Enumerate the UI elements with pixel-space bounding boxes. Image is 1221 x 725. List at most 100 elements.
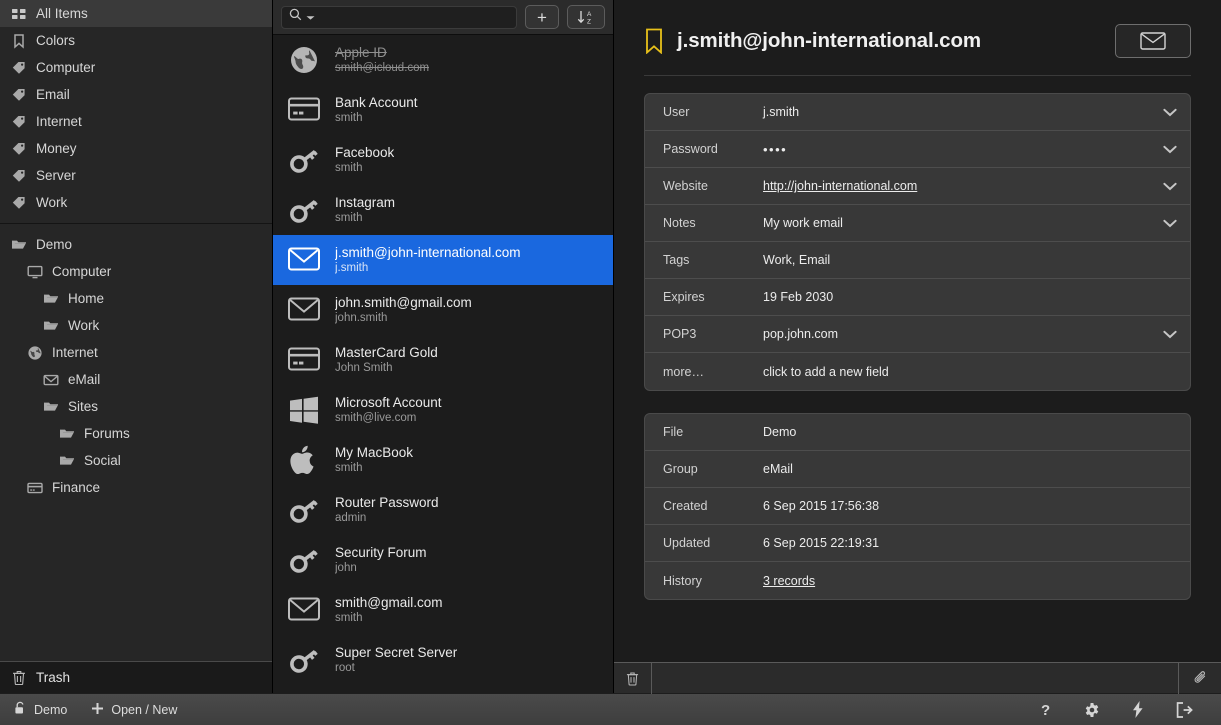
sidebar-item-label: Home bbox=[68, 291, 105, 306]
bookmark-icon[interactable] bbox=[644, 28, 664, 54]
sidebar-item-money[interactable]: Money bbox=[0, 135, 272, 162]
list-item[interactable]: Apple ID smith@icloud.com bbox=[273, 35, 613, 85]
monitor-icon bbox=[26, 264, 44, 280]
plus-icon bbox=[91, 702, 104, 718]
attachment-button[interactable] bbox=[1179, 663, 1221, 694]
field-row[interactable]: more… click to add a new field bbox=[645, 353, 1190, 390]
field-row[interactable]: Notes My work email bbox=[645, 205, 1190, 242]
sidebar-item-label: All Items bbox=[36, 6, 88, 21]
apple-icon bbox=[287, 443, 321, 477]
delete-entry-button[interactable] bbox=[614, 662, 652, 694]
sidebar-item-finance[interactable]: Finance bbox=[0, 474, 272, 501]
field-row[interactable]: Created 6 Sep 2015 17:56:38 bbox=[645, 488, 1190, 525]
field-value[interactable]: •••• bbox=[763, 142, 1150, 157]
field-value[interactable]: click to add a new field bbox=[763, 365, 1150, 379]
field-row[interactable]: Updated 6 Sep 2015 22:19:31 bbox=[645, 525, 1190, 562]
sidebar-item-computer[interactable]: Computer bbox=[0, 54, 272, 81]
sidebar-item-home[interactable]: Home bbox=[0, 285, 272, 312]
chevron-down-icon[interactable] bbox=[1150, 108, 1190, 117]
sidebar-item-label: eMail bbox=[68, 372, 101, 387]
unlock-icon bbox=[14, 701, 27, 718]
tag-icon bbox=[10, 141, 28, 157]
search-input[interactable] bbox=[319, 10, 509, 24]
field-row[interactable]: Password •••• bbox=[645, 131, 1190, 168]
field-label: Updated bbox=[663, 536, 711, 550]
field-value[interactable]: pop.john.com bbox=[763, 327, 1150, 341]
list-item[interactable]: MasterCard Gold John Smith bbox=[273, 335, 613, 385]
list-item[interactable]: Router Password admin bbox=[273, 485, 613, 535]
help-icon[interactable]: ? bbox=[1038, 702, 1052, 718]
sidebar-item-server[interactable]: Server bbox=[0, 162, 272, 189]
sidebar-item-label: Money bbox=[36, 141, 77, 156]
sidebar-item-social[interactable]: Social bbox=[0, 447, 272, 474]
status-file-button[interactable]: Demo bbox=[14, 701, 67, 718]
field-value[interactable]: 3 records bbox=[763, 574, 1150, 588]
sidebar-item-internet[interactable]: Internet bbox=[0, 108, 272, 135]
sidebar-item-work[interactable]: Work bbox=[0, 312, 272, 339]
search-box[interactable] bbox=[281, 5, 517, 29]
field-value[interactable]: Demo bbox=[763, 425, 1150, 439]
list-item[interactable]: Security Forum john bbox=[273, 535, 613, 585]
sidebar-item-forums[interactable]: Forums bbox=[0, 420, 272, 447]
field-row[interactable]: History 3 records bbox=[645, 562, 1190, 599]
open-new-button[interactable]: Open / New bbox=[91, 702, 177, 718]
logout-icon[interactable] bbox=[1176, 701, 1193, 718]
field-row[interactable]: Website http://john-international.com bbox=[645, 168, 1190, 205]
field-value[interactable]: http://john-international.com bbox=[763, 179, 1150, 193]
add-item-button[interactable]: + bbox=[525, 5, 559, 29]
app-window: All Items Colors Computer Email Internet Mone… bbox=[0, 0, 1221, 725]
sidebar-item-sites[interactable]: Sites bbox=[0, 393, 272, 420]
key-icon bbox=[287, 543, 321, 577]
field-value[interactable]: My work email bbox=[763, 216, 1150, 230]
gear-icon[interactable] bbox=[1084, 702, 1100, 718]
sort-button[interactable]: A Z bbox=[567, 5, 605, 29]
lightning-icon[interactable] bbox=[1132, 701, 1144, 718]
sidebar-item-email[interactable]: eMail bbox=[0, 366, 272, 393]
globe-icon bbox=[287, 43, 321, 77]
sort-az-icon: A Z bbox=[577, 11, 592, 25]
field-value[interactable]: j.smith bbox=[763, 105, 1150, 119]
svg-text:?: ? bbox=[1041, 702, 1050, 718]
field-value[interactable]: 6 Sep 2015 22:19:31 bbox=[763, 536, 1150, 550]
chevron-down-icon[interactable] bbox=[1150, 182, 1190, 191]
chevron-down-icon[interactable] bbox=[1150, 219, 1190, 228]
list-item-title: john.smith@gmail.com bbox=[335, 295, 472, 310]
sidebar-item-all-items[interactable]: All Items bbox=[0, 0, 272, 27]
list-item[interactable]: Microsoft Account smith@live.com bbox=[273, 385, 613, 435]
list-item[interactable]: Bank Account smith bbox=[273, 85, 613, 135]
sidebar-item-computer[interactable]: Computer bbox=[0, 258, 272, 285]
svg-text:A: A bbox=[587, 11, 592, 18]
field-row[interactable]: Expires 19 Feb 2030 bbox=[645, 279, 1190, 316]
chevron-down-icon[interactable] bbox=[1150, 145, 1190, 154]
field-row[interactable]: File Demo bbox=[645, 414, 1190, 451]
sidebar-item-demo[interactable]: Demo bbox=[0, 231, 272, 258]
chevron-down-icon[interactable] bbox=[306, 8, 315, 26]
sidebar-item-internet[interactable]: Internet bbox=[0, 339, 272, 366]
list-item[interactable]: Facebook smith bbox=[273, 135, 613, 185]
field-value[interactable]: Work, Email bbox=[763, 253, 1150, 267]
chevron-down-icon[interactable] bbox=[1150, 330, 1190, 339]
field-value[interactable]: 6 Sep 2015 17:56:38 bbox=[763, 499, 1150, 513]
send-email-button[interactable] bbox=[1115, 24, 1191, 58]
field-row[interactable]: User j.smith bbox=[645, 94, 1190, 131]
list-item[interactable]: Super Secret Server root bbox=[273, 635, 613, 685]
item-list[interactable]: Apple ID smith@icloud.com Bank Account smit… bbox=[273, 35, 613, 693]
sidebar-item-trash[interactable]: Trash bbox=[0, 662, 272, 693]
list-item[interactable]: smith@gmail.com smith bbox=[273, 585, 613, 635]
field-row[interactable]: POP3 pop.john.com bbox=[645, 316, 1190, 353]
list-item[interactable]: Instagram smith bbox=[273, 185, 613, 235]
sidebar-item-colors[interactable]: Colors bbox=[0, 27, 272, 54]
list-item[interactable]: My MacBook smith bbox=[273, 435, 613, 485]
sidebar-item-work[interactable]: Work bbox=[0, 189, 272, 216]
field-value[interactable]: eMail bbox=[763, 462, 1150, 476]
sidebar-item-email[interactable]: Email bbox=[0, 81, 272, 108]
tag-icon bbox=[10, 114, 28, 130]
list-item-title: smith@gmail.com bbox=[335, 595, 443, 610]
field-value[interactable]: 19 Feb 2030 bbox=[763, 290, 1150, 304]
search-icon bbox=[289, 8, 302, 26]
list-item[interactable]: j.smith@john-international.com j.smith bbox=[273, 235, 613, 285]
list-item[interactable]: john.smith@gmail.com john.smith bbox=[273, 285, 613, 335]
field-row[interactable]: Tags Work, Email bbox=[645, 242, 1190, 279]
field-row[interactable]: Group eMail bbox=[645, 451, 1190, 488]
list-item-subtitle: root bbox=[335, 662, 355, 674]
